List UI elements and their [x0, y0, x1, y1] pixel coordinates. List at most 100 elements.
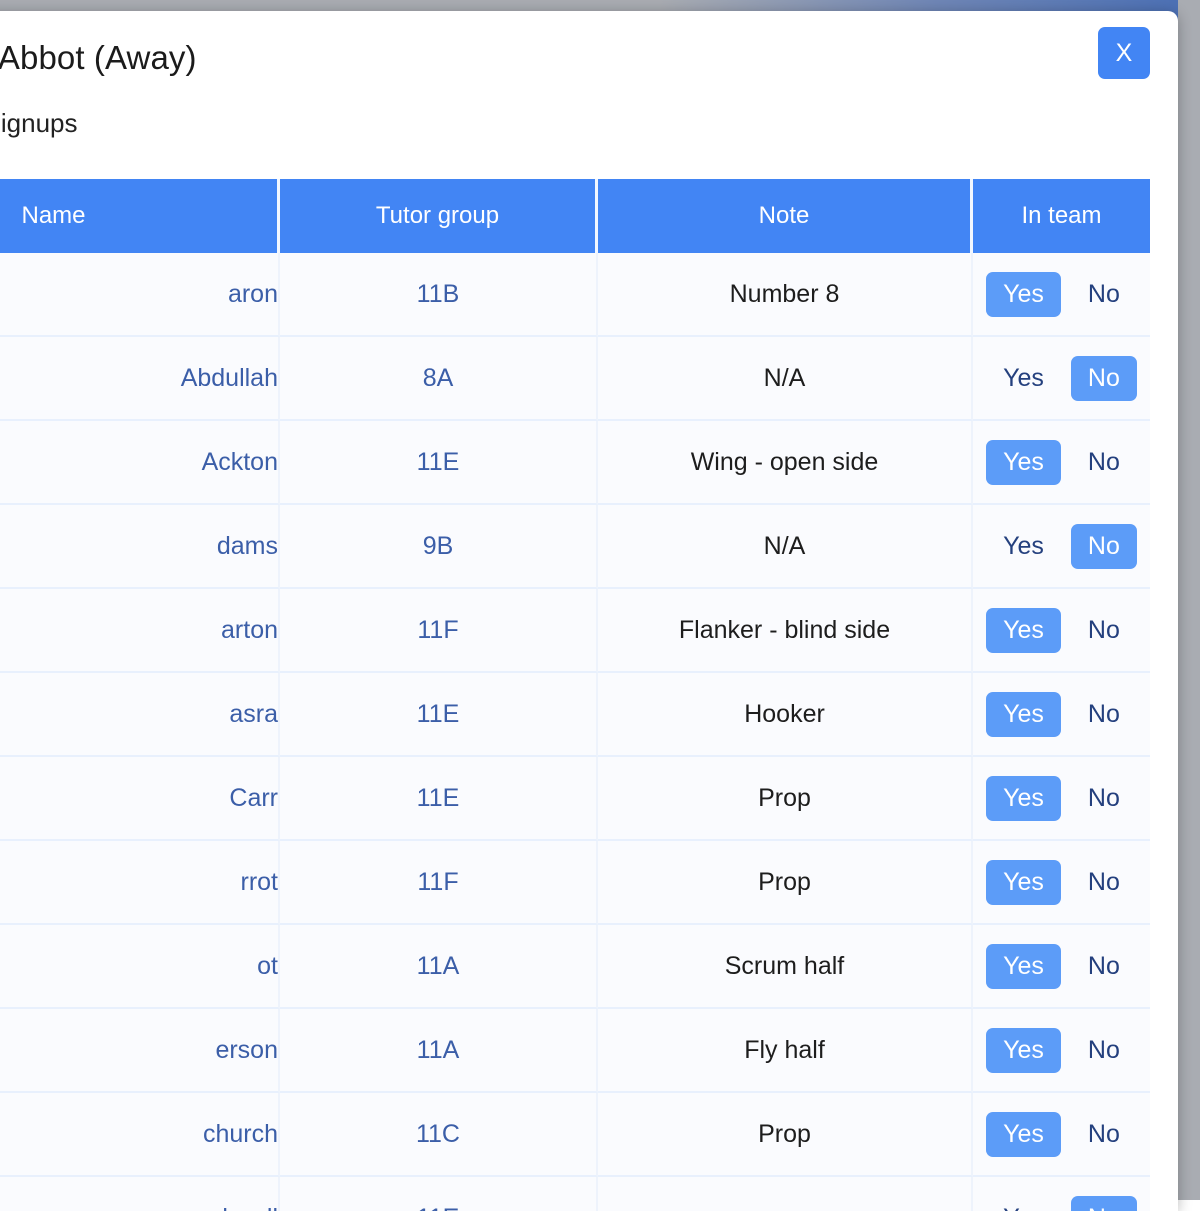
in-team-no-button[interactable]: No	[1071, 272, 1137, 318]
cell-tutor-group: 11A	[280, 925, 598, 1009]
page-right-gutter	[1178, 0, 1200, 1200]
signups-table: Name Tutor group Note In team aron11BNum…	[0, 179, 1150, 1211]
signups-modal: n Abbot (Away) r signups X Name Tutor gr…	[0, 11, 1178, 1211]
in-team-yes-button[interactable]: Yes	[986, 272, 1061, 318]
in-team-toggle-group: YesNo	[973, 608, 1150, 654]
column-header-name[interactable]: Name	[0, 179, 280, 253]
cell-note	[598, 1177, 973, 1211]
cell-in-team: YesNo	[973, 253, 1150, 337]
in-team-no-button[interactable]: No	[1071, 356, 1137, 402]
cell-note: Prop	[598, 841, 973, 925]
cell-student-name: Abdullah	[0, 337, 280, 421]
cell-tutor-group: 11F	[280, 841, 598, 925]
cell-student-name: erson	[0, 1009, 280, 1093]
in-team-yes-button[interactable]: Yes	[986, 776, 1061, 822]
table-row: Abdullah8AN/AYesNo	[0, 337, 1150, 421]
cell-note: Scrum half	[598, 925, 973, 1009]
table-row: erson11AFly halfYesNo	[0, 1009, 1150, 1093]
table-header-row: Name Tutor group Note In team	[0, 179, 1150, 253]
column-header-tutor[interactable]: Tutor group	[280, 179, 598, 253]
cell-in-team: YesNo	[973, 421, 1150, 505]
in-team-yes-button[interactable]: Yes	[986, 692, 1061, 738]
cell-in-team: YesNo	[973, 589, 1150, 673]
cell-note: Hooker	[598, 673, 973, 757]
cell-tutor-group: 11C	[280, 1093, 598, 1177]
cell-student-name: Ackton	[0, 421, 280, 505]
cell-tutor-group: 11F	[280, 589, 598, 673]
in-team-yes-button[interactable]: Yes	[986, 860, 1061, 906]
table-row: Ackton11EWing - open sideYesNo	[0, 421, 1150, 505]
close-icon[interactable]: X	[1098, 27, 1150, 79]
in-team-yes-button[interactable]: Yes	[986, 440, 1061, 486]
cell-in-team: YesNo	[973, 1009, 1150, 1093]
in-team-toggle-group: YesNo	[973, 272, 1150, 318]
in-team-no-button[interactable]: No	[1071, 608, 1137, 654]
in-team-toggle-group: YesNo	[973, 860, 1150, 906]
cell-tutor-group: 9B	[280, 505, 598, 589]
cell-student-name: dams	[0, 505, 280, 589]
in-team-yes-button[interactable]: Yes	[986, 608, 1061, 654]
table-row: Carr11EPropYesNo	[0, 757, 1150, 841]
cell-note: Fly half	[598, 1009, 973, 1093]
in-team-no-button[interactable]: No	[1071, 776, 1137, 822]
in-team-no-button[interactable]: No	[1071, 692, 1137, 738]
cell-note: N/A	[598, 337, 973, 421]
table-row: asra11EHookerYesNo	[0, 673, 1150, 757]
cell-note: N/A	[598, 505, 973, 589]
cell-in-team: YesNo	[973, 757, 1150, 841]
table-header: Name Tutor group Note In team	[0, 179, 1150, 253]
in-team-no-button[interactable]: No	[1071, 524, 1137, 570]
in-team-no-button[interactable]: No	[1071, 1196, 1137, 1211]
table-row: rankwell11E Yes No	[0, 1177, 1150, 1211]
in-team-toggle-group: YesNo	[973, 944, 1150, 990]
column-header-in-team[interactable]: In team	[973, 179, 1150, 253]
cell-student-name: asra	[0, 673, 280, 757]
table-body: aron11BNumber 8YesNoAbdullah8AN/AYesNoAc…	[0, 253, 1150, 1211]
in-team-no-button[interactable]: No	[1071, 860, 1137, 906]
cell-student-name: church	[0, 1093, 280, 1177]
in-team-yes-button[interactable]: Yes	[986, 524, 1061, 570]
cell-student-name: rrot	[0, 841, 280, 925]
cell-note: Prop	[598, 757, 973, 841]
cell-in-team: YesNo	[973, 673, 1150, 757]
cell-in-team: YesNo	[973, 505, 1150, 589]
cell-tutor-group: 8A	[280, 337, 598, 421]
cell-note: Flanker - blind side	[598, 589, 973, 673]
in-team-yes-button[interactable]: Yes	[986, 1028, 1061, 1074]
modal-title: n Abbot (Away)	[0, 37, 1178, 78]
cell-in-team: YesNo	[973, 925, 1150, 1009]
in-team-toggle-group: YesNo	[973, 692, 1150, 738]
cell-in-team: Yes No	[973, 1177, 1150, 1211]
table-row: aron11BNumber 8YesNo	[0, 253, 1150, 337]
in-team-yes-button[interactable]: Yes	[986, 356, 1061, 402]
in-team-toggle-group: YesNo	[973, 1028, 1150, 1074]
in-team-toggle-group: YesNo	[973, 776, 1150, 822]
cell-tutor-group: 11A	[280, 1009, 598, 1093]
in-team-no-button[interactable]: No	[1071, 944, 1137, 990]
cell-student-name: aron	[0, 253, 280, 337]
in-team-toggle-group: YesNo	[973, 1112, 1150, 1158]
cell-tutor-group: 11E	[280, 757, 598, 841]
in-team-no-button[interactable]: No	[1071, 1028, 1137, 1074]
cell-in-team: YesNo	[973, 1093, 1150, 1177]
in-team-no-button[interactable]: No	[1071, 1112, 1137, 1158]
in-team-yes-button[interactable]: Yes	[986, 1196, 1061, 1211]
modal-header: n Abbot (Away) r signups X	[0, 11, 1178, 139]
table-row: ot11AScrum halfYesNo	[0, 925, 1150, 1009]
in-team-yes-button[interactable]: Yes	[986, 1112, 1061, 1158]
table-row: rrot11FPropYesNo	[0, 841, 1150, 925]
in-team-no-button[interactable]: No	[1071, 440, 1137, 486]
cell-tutor-group: 11E	[280, 421, 598, 505]
table-row: dams9BN/AYesNo	[0, 505, 1150, 589]
cell-tutor-group: 11E	[280, 1177, 598, 1211]
in-team-toggle-group: YesNo	[973, 524, 1150, 570]
cell-student-name: arton	[0, 589, 280, 673]
cell-in-team: YesNo	[973, 337, 1150, 421]
in-team-yes-button[interactable]: Yes	[986, 944, 1061, 990]
cell-note: Number 8	[598, 253, 973, 337]
cell-student-name: ot	[0, 925, 280, 1009]
modal-subtitle: r signups	[0, 108, 1178, 139]
cell-student-name: rankwell	[0, 1177, 280, 1211]
table-row: church11CPropYesNo	[0, 1093, 1150, 1177]
column-header-note[interactable]: Note	[598, 179, 973, 253]
